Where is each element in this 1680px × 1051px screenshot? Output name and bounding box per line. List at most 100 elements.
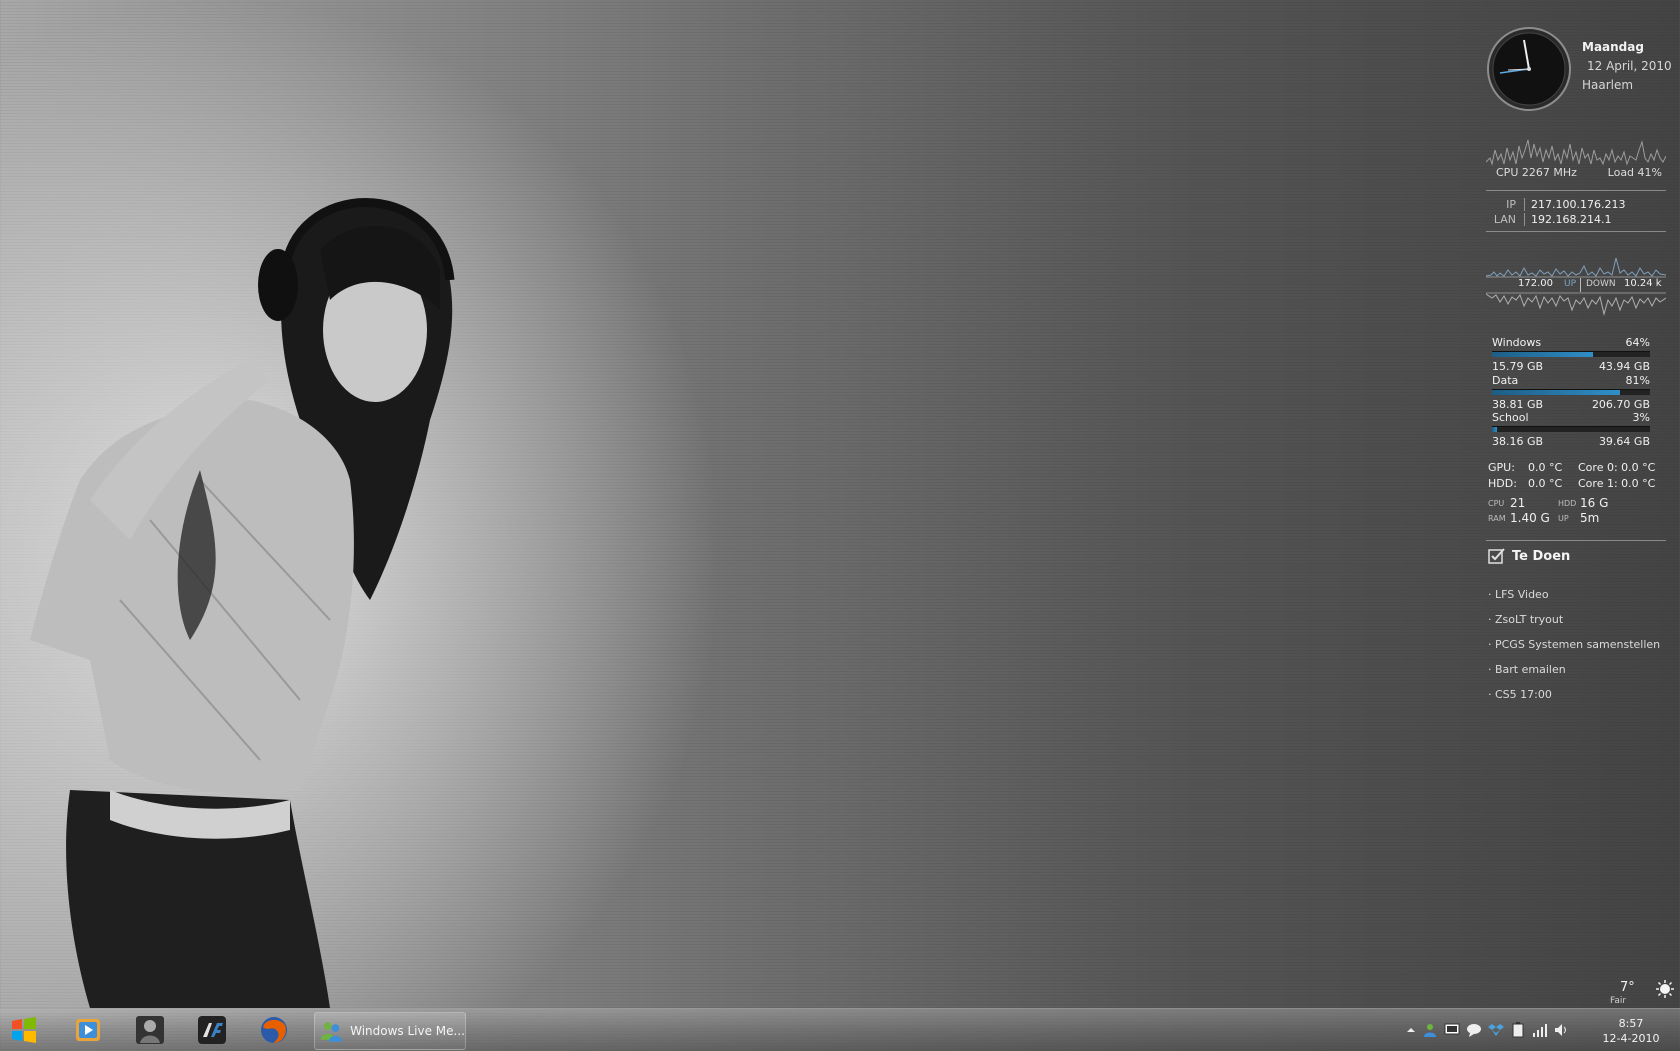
lan-row: LAN 192.168.214.1 [1488, 213, 1668, 226]
taskbar-date: 12-4-2010 [1602, 1032, 1660, 1045]
tray-display[interactable] [1444, 1022, 1460, 1038]
media-player-button[interactable] [66, 1012, 110, 1048]
hdd-temp: 0.0 °C [1528, 477, 1563, 490]
cpu-stats: CPU 2267 MHz Load 41% [1496, 166, 1662, 179]
todo-item[interactable]: · Bart emailen [1486, 663, 1670, 688]
display-icon [1444, 1023, 1460, 1035]
lfs-icon [198, 1016, 226, 1044]
drive-usage-fill [1492, 390, 1620, 395]
divider [1580, 278, 1581, 292]
messenger-icon [320, 1022, 343, 1042]
divider [1486, 540, 1666, 541]
messenger-icon [1424, 1024, 1436, 1037]
game-button[interactable] [128, 1012, 172, 1048]
sun-icon [1656, 980, 1674, 998]
lan-value: 192.168.214.1 [1531, 213, 1612, 226]
wallpaper-figure [0, 0, 900, 1008]
chevron-up-icon [1407, 1028, 1415, 1032]
drive-percent: 81% [1625, 374, 1650, 387]
ip-value: 217.100.176.213 [1531, 198, 1626, 211]
drive-used: 38.16 GB [1492, 435, 1544, 448]
drive-usage-bar [1492, 426, 1650, 432]
todo-item[interactable]: · LFS Video [1486, 588, 1670, 613]
todo-header: Te Doen [1486, 548, 1670, 570]
drive-total: 206.70 GB [1591, 398, 1650, 411]
todo-list: · LFS Video · ZsoLT tryout · PCGS System… [1486, 588, 1670, 713]
divider [1486, 190, 1666, 191]
weather-temperature: 7° [1620, 980, 1635, 995]
gpu-temp: 0.0 °C [1528, 461, 1563, 474]
date-panel: Maandag 12 April, 2010 Haarlem [1582, 40, 1678, 92]
taskbar-item-windows-live-messenger[interactable]: Windows Live Me... [314, 1012, 466, 1050]
ram-value: 1.40 G [1510, 511, 1550, 525]
tray-messenger[interactable] [1422, 1022, 1438, 1038]
tray-volume[interactable] [1554, 1022, 1570, 1038]
speech-bubble-icon [1467, 1024, 1481, 1037]
drive-usage-bar [1492, 351, 1650, 357]
analog-clock [1487, 27, 1571, 111]
tray-chat[interactable] [1466, 1022, 1482, 1038]
speaker-icon [1555, 1024, 1566, 1036]
weather-condition: Fair [1610, 996, 1627, 1006]
tray-dropbox[interactable] [1488, 1022, 1504, 1038]
ip-label: IP [1488, 198, 1525, 211]
system-tray [1406, 1017, 1570, 1043]
drive-usage-bar [1492, 389, 1650, 395]
tray-battery[interactable] [1510, 1022, 1526, 1038]
day-name: Maandag [1582, 40, 1644, 54]
divider [1486, 231, 1666, 232]
drive-data: Data 81% 38.81 GB 206.70 GB [1492, 374, 1650, 411]
taskbar-time: 8:57 [1618, 1017, 1644, 1030]
todo-item[interactable]: · PCGS Systemen samenstellen [1486, 638, 1670, 663]
uptime-label: UP [1558, 513, 1569, 523]
drive-total: 39.64 GB [1598, 435, 1650, 448]
upload-value: 172.00 [1518, 278, 1553, 289]
cpu-label: CPU [1488, 498, 1505, 508]
drive-usage-fill [1492, 352, 1594, 357]
dropbox-icon [1488, 1024, 1504, 1036]
todo-item[interactable]: · ZsoLT tryout [1486, 613, 1670, 638]
weather-widget[interactable]: 7° Fair [1606, 980, 1678, 1008]
taskbar-item-label: Windows Live Me... [350, 1024, 465, 1038]
drive-used: 15.79 GB [1492, 360, 1544, 373]
firefox-icon [261, 1017, 287, 1043]
network-stats: 172.00 UP DOWN 10.24 k [1486, 278, 1666, 292]
uptime-value: 5m [1580, 511, 1600, 525]
media-player-icon [76, 1019, 100, 1041]
drive-windows: Windows 64% 15.79 GB 43.94 GB [1492, 336, 1650, 373]
todo-widget: Te Doen · LFS Video · ZsoLT tryout · PCG… [1486, 548, 1670, 713]
cpu-value: 21 [1510, 496, 1526, 510]
drive-percent: 64% [1625, 336, 1650, 349]
firefox-button[interactable] [252, 1012, 296, 1048]
hdd-label: HDD [1558, 498, 1577, 508]
lan-label: LAN [1488, 213, 1525, 226]
drive-school: School 3% 38.16 GB 39.64 GB [1492, 411, 1650, 448]
drive-name: School [1492, 411, 1529, 424]
hdd-value: 16 G [1580, 496, 1609, 510]
gpu-temp-label: GPU: [1488, 461, 1515, 474]
upload-label: UP [1564, 279, 1577, 289]
show-hidden-icons-button[interactable] [1406, 1025, 1416, 1035]
ram-label: RAM [1488, 513, 1506, 523]
cpu-load: Load 41% [1607, 166, 1662, 179]
start-button[interactable] [2, 1012, 46, 1048]
hdd-temp-label: HDD: [1488, 477, 1517, 490]
core0-temp: Core 0: 0.0 °C [1578, 461, 1656, 474]
core1-temp: Core 1: 0.0 °C [1578, 477, 1656, 490]
battery-icon [1512, 1022, 1524, 1038]
tray-network[interactable] [1532, 1022, 1548, 1038]
drive-name: Data [1492, 374, 1519, 387]
todo-item[interactable]: · CS5 17:00 [1486, 688, 1670, 713]
drive-name: Windows [1492, 336, 1542, 349]
checkbox-icon [1488, 548, 1505, 564]
drive-total: 43.94 GB [1598, 360, 1650, 373]
windows-logo-icon [12, 1017, 36, 1043]
download-value: 10.24 k [1624, 278, 1662, 289]
mini-stats: CPU 21 HDD 16 G RAM 1.40 G UP 5m [1488, 496, 1668, 526]
date-text: 12 April, 2010 [1587, 59, 1672, 73]
lfs-button[interactable] [190, 1012, 234, 1048]
download-label: DOWN [1586, 279, 1616, 289]
drive-usage-fill [1492, 427, 1497, 432]
drive-percent: 3% [1632, 411, 1650, 424]
taskbar-clock[interactable]: 8:57 12-4-2010 [1594, 1016, 1668, 1046]
